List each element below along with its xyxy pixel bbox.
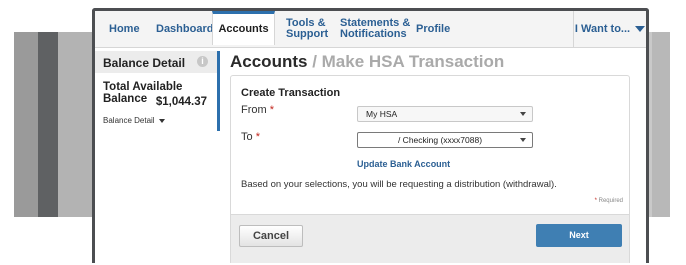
caret-down-icon	[158, 118, 165, 123]
page-title: Accounts / Make HSA Transaction	[230, 52, 504, 72]
to-select[interactable]: / Checking (xxxx7088)	[357, 132, 533, 148]
required-asterisk: *	[594, 198, 597, 204]
create-transaction-panel: Create Transaction From * My HSA To * / …	[230, 75, 630, 263]
dropdown-arrow-icon	[520, 112, 526, 116]
balance-detail-label: Balance Detail	[103, 116, 155, 125]
dropdown-arrow-icon	[520, 138, 526, 142]
from-label: From *	[241, 104, 274, 116]
sidebar: Balance Detail i Total Available Balance…	[95, 51, 220, 131]
top-nav: Home Dashboard Accounts Tools & Support …	[95, 11, 646, 48]
nav-statements-line2: Notifications	[340, 28, 407, 40]
i-want-to-menu[interactable]: I Want to...	[573, 11, 646, 47]
nav-tools-line2: Support	[286, 28, 329, 40]
background-stripe	[652, 32, 670, 217]
background-stripe	[14, 32, 38, 217]
page-title-sub: / Make HSA Transaction	[307, 52, 505, 71]
from-label-text: From	[241, 104, 270, 116]
panel-footer: Cancel Next	[231, 214, 629, 263]
required-asterisk: *	[255, 131, 260, 143]
nav-profile[interactable]: Profile	[416, 11, 450, 47]
distribution-note: Based on your selections, you will be re…	[241, 179, 557, 190]
to-select-value: / Checking (xxxx7088)	[397, 135, 483, 145]
to-label-text: To	[241, 131, 256, 143]
browser-frame: Home Dashboard Accounts Tools & Support …	[92, 8, 649, 263]
background-stripe	[38, 32, 58, 217]
nav-statements-notifications[interactable]: Statements & Notifications	[340, 11, 410, 47]
i-want-to-label: I Want to...	[574, 23, 631, 35]
to-label: To *	[241, 131, 260, 143]
sidebar-divider	[217, 51, 220, 131]
sidebar-title: Balance Detail	[103, 56, 186, 70]
cancel-button[interactable]: Cancel	[239, 225, 303, 247]
nav-accounts[interactable]: Accounts	[212, 11, 275, 45]
from-select[interactable]: My HSA	[357, 106, 533, 122]
sidebar-header: Balance Detail i	[95, 51, 217, 73]
info-icon[interactable]: i	[197, 56, 208, 67]
update-bank-account-link[interactable]: Update Bank Account	[357, 159, 450, 169]
nav-dashboard[interactable]: Dashboard	[156, 11, 213, 47]
background-stripe	[58, 32, 92, 217]
section-title: Create Transaction	[241, 87, 341, 99]
required-text: Required	[598, 198, 623, 204]
nav-tools-support[interactable]: Tools & Support	[286, 11, 328, 47]
required-asterisk: *	[269, 104, 275, 116]
total-balance-amount: $1,044.37	[155, 96, 207, 108]
chevron-down-icon	[635, 26, 646, 32]
required-note: * Required	[595, 198, 623, 204]
next-button[interactable]: Next	[536, 224, 622, 247]
from-select-value: My HSA	[366, 109, 398, 119]
page-title-main: Accounts	[230, 52, 308, 71]
nav-home[interactable]: Home	[109, 11, 140, 47]
balance-detail-toggle[interactable]: Balance Detail	[103, 116, 165, 125]
